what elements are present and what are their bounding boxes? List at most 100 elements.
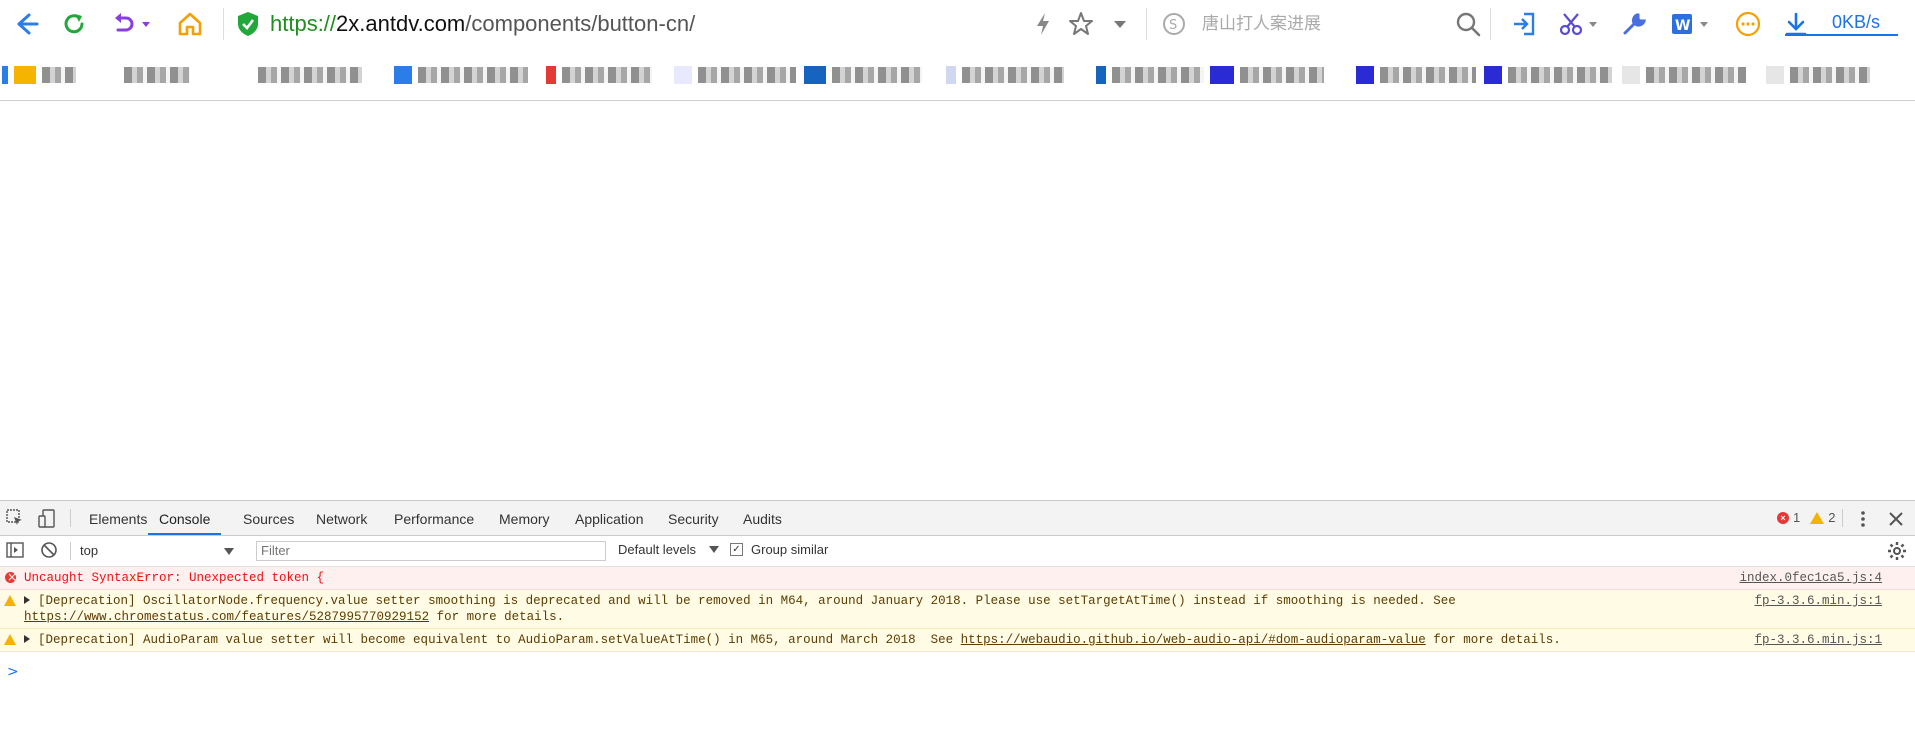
toolbar-separator <box>1146 8 1147 40</box>
tab-sources[interactable]: Sources <box>243 501 294 535</box>
scissors-icon[interactable] <box>1555 8 1587 40</box>
bookmark-favicon <box>1484 66 1502 84</box>
bookmark-item[interactable] <box>1096 64 1204 86</box>
bookmark-item[interactable] <box>2 64 76 86</box>
word-doc-icon[interactable]: W <box>1666 8 1698 40</box>
favorites-dropdown-icon[interactable] <box>1104 8 1136 40</box>
bookmark-item[interactable] <box>124 64 190 86</box>
url-protocol: https:// <box>270 11 337 36</box>
word-dropdown-icon[interactable] <box>1698 8 1710 40</box>
back-icon[interactable] <box>10 8 42 40</box>
warning-link[interactable]: https://www.chromestatus.com/features/52… <box>24 610 429 624</box>
tab-separator <box>1842 509 1843 527</box>
toolbar-separator <box>1490 8 1491 40</box>
warning-source-link[interactable]: fp-3.3.6.min.js:1 <box>1754 593 1882 609</box>
levels-dropdown-icon[interactable] <box>709 546 719 553</box>
bookmark-item[interactable] <box>804 64 922 86</box>
bookmark-label-blurred <box>1240 67 1324 83</box>
toolbar-separator <box>70 542 71 560</box>
bookmark-item[interactable] <box>1210 64 1324 86</box>
tab-audits[interactable]: Audits <box>743 501 782 535</box>
bookmarks-bar <box>0 48 1915 101</box>
home-icon[interactable] <box>174 8 206 40</box>
tab-security[interactable]: Security <box>668 501 719 535</box>
bookmark-label-blurred <box>42 67 76 83</box>
url-path: /components/button-cn/ <box>465 11 696 36</box>
device-toolbar-icon[interactable] <box>38 509 58 529</box>
group-similar-checkbox[interactable]: ✓ <box>730 543 743 556</box>
bookmark-favicon <box>1096 66 1106 84</box>
warning-text-after: for more details. <box>429 610 565 624</box>
bookmark-item[interactable] <box>258 64 362 86</box>
bookmark-item[interactable] <box>1484 64 1612 86</box>
bookmark-label-blurred <box>562 67 652 83</box>
bookmark-item[interactable] <box>1766 64 1870 86</box>
group-similar-label: Group similar <box>751 542 829 557</box>
tab-network[interactable]: Network <box>316 501 367 535</box>
toolbar-separator <box>223 8 224 40</box>
console-warning-message: [Deprecation] OscillatorNode.frequency.v… <box>0 590 1915 629</box>
bookmark-item[interactable] <box>946 64 1064 86</box>
bookmark-item[interactable] <box>394 64 528 86</box>
tab-application[interactable]: Application <box>575 501 644 535</box>
bookmark-favicon <box>674 66 692 84</box>
refresh-icon[interactable] <box>58 8 90 40</box>
screenshot-dropdown-icon[interactable] <box>1587 8 1599 40</box>
bookmark-favicon <box>14 66 36 84</box>
context-dropdown-icon[interactable] <box>224 548 234 555</box>
tab-memory[interactable]: Memory <box>499 501 550 535</box>
bookmark-favicon <box>1356 66 1374 84</box>
warning-text: [Deprecation] AudioParam value setter wi… <box>24 632 1744 648</box>
error-source-link[interactable]: index.0fec1ca5.js:4 <box>1739 570 1882 586</box>
issue-counts[interactable]: × 1 2 <box>1777 510 1835 525</box>
warning-count: 2 <box>1828 510 1836 525</box>
search-engine-icon[interactable]: S <box>1158 8 1190 40</box>
log-levels-dropdown[interactable]: Default levels <box>618 542 696 557</box>
inspect-element-icon[interactable] <box>6 509 26 529</box>
error-text: Uncaught SyntaxError: Unexpected token { <box>24 571 325 585</box>
bookmark-item[interactable] <box>1356 64 1476 86</box>
address-bar[interactable]: https://2x.antdv.com/components/button-c… <box>270 8 695 40</box>
svg-text:S: S <box>1169 18 1177 33</box>
bookmark-label-blurred <box>1646 67 1746 83</box>
more-options-icon[interactable] <box>1732 8 1764 40</box>
filter-input[interactable] <box>256 541 606 561</box>
undo-dropdown-icon[interactable] <box>140 8 152 40</box>
browser-toolbar: https://2x.antdv.com/components/button-c… <box>0 0 1915 48</box>
console-prompt[interactable]: > <box>7 664 19 680</box>
context-selector[interactable]: top <box>80 541 240 561</box>
show-sidebar-icon[interactable] <box>6 541 26 561</box>
warning-text: [Deprecation] OscillatorNode.frequency.v… <box>24 593 1744 625</box>
tab-performance[interactable]: Performance <box>394 501 474 535</box>
login-icon[interactable] <box>1508 8 1540 40</box>
bookmark-favicon <box>804 66 826 84</box>
tab-console[interactable]: Console <box>148 501 222 535</box>
console-warning-message: [Deprecation] AudioParam value setter wi… <box>0 629 1915 652</box>
bookmark-item[interactable] <box>546 64 652 86</box>
console-settings-gear-icon[interactable] <box>1887 541 1907 561</box>
bookmark-label-blurred <box>962 67 1064 83</box>
search-input[interactable]: 唐山打人案进展 <box>1202 12 1321 36</box>
star-icon[interactable] <box>1065 8 1097 40</box>
bookmark-item[interactable] <box>674 64 796 86</box>
group-similar-toggle[interactable]: ✓ Group similar <box>730 542 828 557</box>
search-icon[interactable] <box>1452 8 1484 40</box>
error-count: 1 <box>1793 510 1801 525</box>
bookmark-favicon <box>946 66 956 84</box>
tab-elements[interactable]: Elements <box>89 501 147 535</box>
download-speed[interactable]: 0KB/s <box>1832 10 1880 34</box>
wrench-icon[interactable] <box>1618 8 1650 40</box>
undo-icon[interactable] <box>108 8 140 40</box>
lightning-icon[interactable] <box>1027 8 1059 40</box>
bookmark-item[interactable] <box>1622 64 1746 86</box>
bookmark-label-blurred <box>1112 67 1204 83</box>
secure-shield-icon[interactable] <box>232 8 264 40</box>
devtools-menu-icon[interactable] <box>1853 509 1873 529</box>
bookmark-label-blurred <box>1508 67 1612 83</box>
bookmark-favicon <box>2 66 8 84</box>
warning-link[interactable]: https://webaudio.github.io/web-audio-api… <box>961 633 1426 647</box>
close-devtools-icon[interactable] <box>1886 509 1906 529</box>
warning-source-link[interactable]: fp-3.3.6.min.js:1 <box>1754 632 1882 648</box>
bookmark-label-blurred <box>832 67 922 83</box>
clear-console-icon[interactable] <box>40 541 60 561</box>
